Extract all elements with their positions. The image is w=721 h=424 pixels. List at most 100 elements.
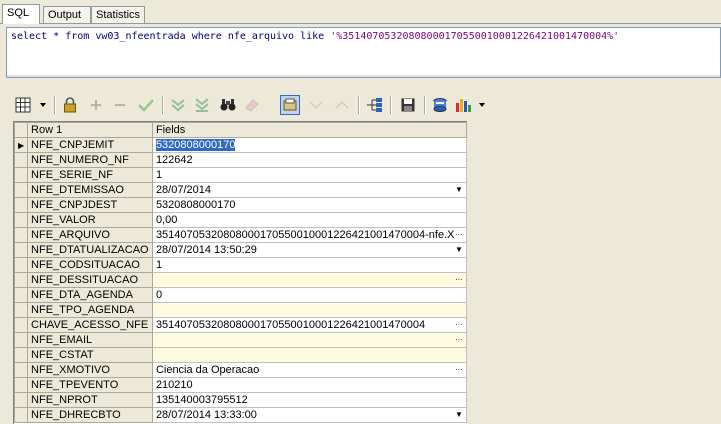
row-indicator[interactable] (14, 347, 29, 363)
post-button[interactable] (136, 95, 156, 115)
row-indicator[interactable] (14, 242, 29, 258)
eraser-button[interactable] (242, 95, 262, 115)
lock-button[interactable] (60, 95, 80, 115)
field-value-cell[interactable]: 1 (151, 167, 467, 183)
save-button[interactable] (398, 95, 418, 115)
table-row[interactable]: NFE_DTA_AGENDA 0 (14, 287, 467, 303)
ellipsis-button[interactable]: ··· (452, 334, 465, 347)
chart-button[interactable] (454, 95, 488, 115)
single-record-view-button[interactable] (280, 95, 300, 115)
table-row[interactable]: NFE_NUMERO_NF 122642 (14, 152, 467, 168)
field-value-cell[interactable]: 0,00 (151, 212, 467, 228)
table-row[interactable]: NFE_SERIE_NF 1 (14, 167, 467, 183)
field-value-cell[interactable]: ··· (151, 332, 467, 348)
sql-editor[interactable]: select * from vw03_nfeentrada where nfe_… (6, 27, 721, 78)
field-value-cell[interactable]: 28/07/2014 13:50:29 ▼ (151, 242, 467, 258)
table-row[interactable]: NFE_CNPJDEST 5320808000170 (14, 197, 467, 213)
row-indicator[interactable] (14, 257, 29, 273)
row-indicator[interactable] (14, 317, 29, 333)
field-value-cell[interactable]: ··· (151, 272, 467, 288)
dropdown-arrow-icon[interactable]: ▼ (452, 244, 465, 257)
ellipsis-button[interactable]: ··· (452, 364, 465, 377)
ellipsis-button[interactable]: ··· (452, 229, 465, 242)
table-row[interactable]: NFE_TPO_AGENDA (14, 302, 467, 318)
row-indicator[interactable] (14, 377, 29, 393)
prev-button[interactable] (306, 95, 326, 115)
field-name: NFE_DTEMISSAO (27, 182, 153, 198)
editor-scrollbar[interactable] (7, 75, 720, 77)
field-value-cell[interactable]: 5320808000170 (151, 137, 467, 153)
ellipsis-button[interactable]: ··· (452, 319, 465, 332)
table-row[interactable]: NFE_DESSITUACAO ··· (14, 272, 467, 288)
field-value-cell[interactable]: 28/07/2014 ▼ (151, 182, 467, 198)
tab-sql[interactable]: SQL (2, 4, 40, 24)
dropdown-arrow-icon[interactable]: ▼ (452, 409, 465, 422)
field-value-cell[interactable]: Ciencia da Operacao ··· (151, 362, 467, 378)
row-indicator[interactable] (14, 197, 29, 213)
table-row[interactable]: NFE_ARQUIVO 35140705320808000170550010001… (14, 227, 467, 243)
column-header-fields[interactable]: Fields (151, 122, 467, 138)
field-value-cell[interactable]: 28/07/2014 13:33:00 ▼ (151, 407, 467, 423)
field-value-cell[interactable] (151, 347, 467, 363)
tab-statistics[interactable]: Statistics (91, 6, 145, 23)
row-indicator[interactable] (14, 272, 29, 288)
row-indicator[interactable] (14, 407, 29, 423)
first-record-button[interactable] (168, 95, 188, 115)
field-value-cell[interactable] (151, 302, 467, 318)
table-row[interactable]: NFE_DHRECBTO 28/07/2014 13:33:00 ▼ (14, 407, 467, 423)
table-row[interactable]: NFE_NPROT 135140003795512 (14, 392, 467, 408)
table-row[interactable]: NFE_XMOTIVO Ciencia da Operacao ··· (14, 362, 467, 378)
column-header-row[interactable]: Row 1 (27, 122, 153, 138)
field-value-cell[interactable]: 3514070532080800017055001000122642100147… (151, 227, 467, 243)
sql-keyword: like (300, 31, 325, 42)
table-row[interactable]: NFE_EMAIL ··· (14, 332, 467, 348)
sql-column: nfe_arquivo (227, 31, 295, 42)
find-button[interactable] (218, 95, 238, 115)
record-grid[interactable]: Row 1 Fields ▶ NFE_CNPJEMIT 5320808000170 N… (13, 121, 467, 424)
row-indicator[interactable] (14, 332, 29, 348)
field-value-cell[interactable]: 122642 (151, 152, 467, 168)
row-indicator[interactable] (14, 287, 29, 303)
grid-options-button[interactable] (14, 95, 48, 115)
row-indicator[interactable]: ▶ (14, 137, 29, 153)
field-value-cell[interactable]: 0 (151, 287, 467, 303)
sql-keyword: where (191, 31, 222, 42)
field-name: NFE_XMOTIVO (27, 362, 153, 378)
field-value-cell[interactable]: 210210 (151, 377, 467, 393)
table-row[interactable]: ▶ NFE_CNPJEMIT 5320808000170 (14, 137, 467, 153)
prev-icon (309, 101, 323, 110)
ellipsis-button[interactable]: ··· (452, 274, 465, 287)
last-record-button[interactable] (192, 95, 212, 115)
table-row[interactable]: NFE_TPEVENTO 210210 (14, 377, 467, 393)
field-value-cell[interactable]: 3514070532080800017055001000122642100147… (151, 317, 467, 333)
field-value-cell[interactable]: 135140003795512 (151, 392, 467, 408)
row-indicator[interactable] (14, 182, 29, 198)
table-row[interactable]: NFE_VALOR 0,00 (14, 212, 467, 228)
next-icon (335, 100, 349, 109)
delete-button[interactable] (110, 95, 130, 115)
tab-output[interactable]: Output (43, 6, 91, 23)
next-button[interactable] (332, 95, 352, 115)
dropdown-arrow-icon[interactable]: ▼ (452, 184, 465, 197)
row-indicator[interactable] (14, 362, 29, 378)
field-name: CHAVE_ACESSO_NFE (27, 317, 153, 333)
table-row[interactable]: NFE_CSTAT (14, 347, 467, 363)
table-row[interactable]: NFE_DTATUALIZACAO 28/07/2014 13:50:29 ▼ (14, 242, 467, 258)
table-row[interactable]: CHAVE_ACESSO_NFE 351407053208080001705500… (14, 317, 467, 333)
row-indicator[interactable] (14, 392, 29, 408)
row-indicator[interactable] (14, 152, 29, 168)
export-button[interactable] (430, 95, 450, 115)
row-indicator[interactable] (14, 302, 29, 318)
find-icon (220, 99, 236, 111)
field-value-cell[interactable]: 5320808000170 (151, 197, 467, 213)
table-row[interactable]: NFE_DTEMISSAO 28/07/2014 ▼ (14, 182, 467, 198)
tree-button[interactable] (364, 95, 384, 115)
row-indicator[interactable] (14, 227, 29, 243)
row-indicator[interactable] (14, 212, 29, 228)
sql-star: * (53, 31, 60, 42)
table-row[interactable]: NFE_CODSITUACAO 1 (14, 257, 467, 273)
insert-button[interactable] (86, 95, 106, 115)
field-name: NFE_NUMERO_NF (27, 152, 153, 168)
field-value-cell[interactable]: 1 (151, 257, 467, 273)
row-indicator[interactable] (14, 167, 29, 183)
